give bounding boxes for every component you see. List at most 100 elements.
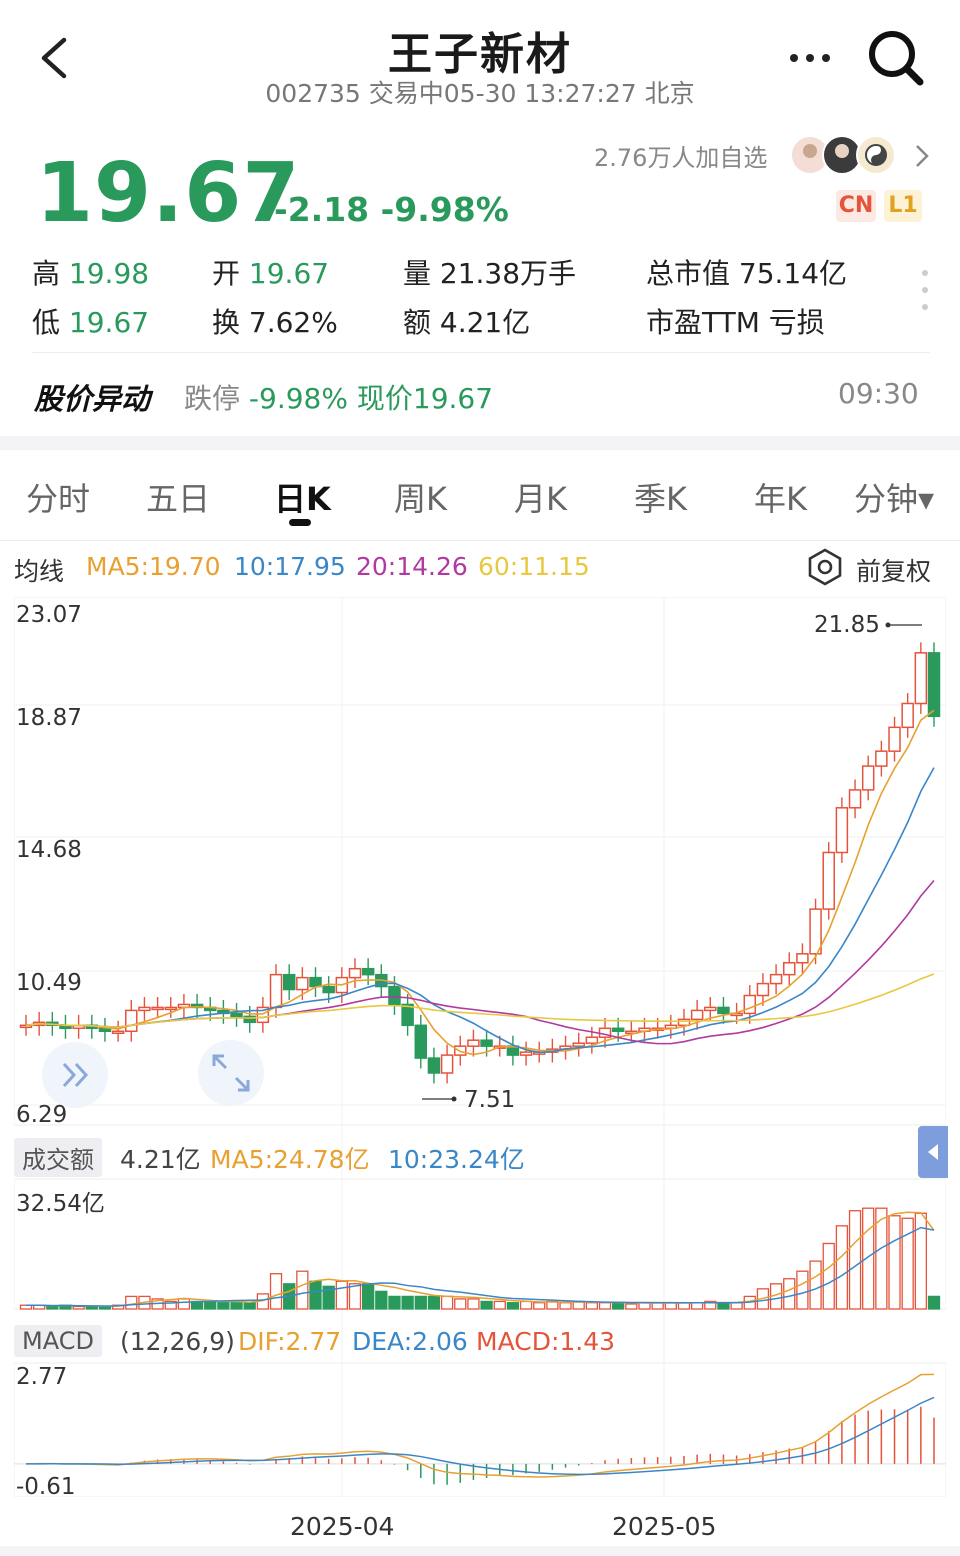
search-icon[interactable] [866, 28, 926, 88]
volume-bar [440, 1295, 454, 1310]
candle-body [572, 1042, 585, 1047]
volume-bar [243, 1302, 256, 1310]
candle-body [348, 967, 362, 979]
tab-yearly-k[interactable]: 年K [754, 474, 807, 520]
candle-body [467, 1039, 480, 1047]
candle-body [585, 1036, 599, 1044]
stat-turnover: 换 7.62% [212, 306, 338, 339]
volume-bar [269, 1273, 283, 1310]
active-tab-indicator [289, 519, 311, 526]
tab-weekly-k[interactable]: 周K [394, 474, 447, 520]
more-icon[interactable] [786, 48, 834, 68]
bottom-divider [0, 1546, 960, 1556]
candle-body [427, 1057, 441, 1074]
dea-line [25, 1396, 935, 1476]
expand-right-icon[interactable] [40, 1040, 110, 1110]
volume-bar [585, 1302, 599, 1310]
volume-bar [454, 1298, 467, 1310]
followers-count[interactable]: 2.76万人加自选 [594, 138, 767, 173]
stat-low: 低 19.67 [32, 306, 150, 339]
volume-bar [217, 1302, 230, 1310]
tab-daily-k[interactable]: 日K [274, 474, 331, 520]
volume-bar [625, 1303, 638, 1310]
alert-time: 09:30 [838, 377, 919, 410]
volume-bar [480, 1300, 493, 1310]
ma5-line [25, 709, 935, 1056]
candle-body [164, 1006, 178, 1011]
macd-params: (12,26,9) [120, 1327, 235, 1356]
tab-minute[interactable]: 分钟▾ [854, 474, 934, 520]
candle-body [822, 851, 835, 910]
price-change: -2.18 -9.98% [274, 190, 509, 229]
volume-bar [401, 1295, 414, 1310]
volume-bar [72, 1305, 85, 1310]
volume-bar [361, 1283, 375, 1310]
volume-bar [927, 1295, 941, 1310]
follower-avatars[interactable] [790, 133, 900, 177]
volume-bar [506, 1302, 520, 1310]
ma-legend-label: 均线 [14, 557, 65, 586]
tab-monthly-k[interactable]: 月K [514, 474, 567, 520]
more-vertical-icon[interactable] [920, 268, 930, 312]
volume-ma10: 10:23.24亿 [388, 1145, 525, 1174]
macd-panel-label[interactable]: MACD [14, 1325, 102, 1357]
candle-body [230, 1012, 243, 1018]
volume-bar [230, 1302, 243, 1310]
badge-l1: L1 [884, 190, 922, 222]
volume-bar [414, 1295, 427, 1310]
chevron-right-icon[interactable] [912, 142, 932, 170]
price-axis-tick: 23.07 [16, 602, 82, 628]
price-axis-tick: 10.49 [16, 970, 82, 996]
volume-bar [204, 1300, 217, 1310]
candle-body [111, 1030, 125, 1035]
adjust-settings-icon[interactable] [806, 547, 844, 587]
fullscreen-icon[interactable] [196, 1038, 266, 1108]
candle-body [848, 789, 862, 809]
candle-body [151, 1006, 164, 1011]
badge-cn: CN [836, 190, 876, 222]
volume-bar [862, 1207, 875, 1310]
macd-max-label: 2.77 [16, 1364, 68, 1390]
volume-bar [559, 1302, 572, 1310]
low-annotation: 7.51 [464, 1087, 516, 1113]
candle-body [861, 765, 875, 791]
tab-five-day[interactable]: 五日 [146, 474, 210, 520]
stat-pe: 市盈TTM 亏损 [646, 306, 825, 339]
volume-panel-label[interactable]: 成交额 [14, 1138, 102, 1177]
volume-bar [598, 1302, 612, 1310]
volume-bar [125, 1295, 138, 1310]
candle-body [440, 1054, 454, 1074]
macd-min-label: -0.61 [16, 1474, 76, 1500]
volume-bar [296, 1270, 309, 1310]
candle-body [888, 726, 901, 752]
tab-quarterly-k[interactable]: 季K [634, 474, 687, 520]
volume-bar [783, 1278, 796, 1310]
candle-body [927, 652, 941, 718]
volume-bar [388, 1295, 401, 1310]
adjust-label[interactable]: 前复权 [856, 552, 931, 588]
tab-intraday[interactable]: 分时 [26, 474, 90, 520]
candle-body [796, 953, 809, 964]
volume-bar [888, 1215, 901, 1310]
volume-bar [177, 1298, 191, 1310]
current-price: 19.67 [36, 146, 301, 241]
section-divider [0, 436, 960, 450]
date-label: 2025-05 [612, 1512, 717, 1541]
high-leader-dot [885, 622, 891, 628]
stat-volume: 量 21.38万手 [403, 257, 577, 290]
volume-bar [730, 1302, 743, 1310]
volume-bar [375, 1290, 388, 1310]
price-axis-tick: 14.68 [16, 837, 82, 863]
volume-bar [348, 1283, 362, 1310]
ma10-value: 10:17.95 [234, 552, 346, 581]
alert-text[interactable]: 跌停 -9.98% 现价19.67 [184, 377, 493, 417]
volume-bar [533, 1302, 546, 1310]
volume-max-label: 32.54亿 [16, 1191, 105, 1217]
candle-body [743, 994, 757, 1015]
kline-chart[interactable] [14, 597, 946, 1497]
volume-ma10-line [26, 1226, 935, 1307]
collapse-panel-button[interactable] [918, 1126, 948, 1178]
volume-bar [809, 1260, 822, 1310]
volume-value: 4.21亿 [120, 1145, 201, 1174]
dif-line [25, 1373, 935, 1478]
